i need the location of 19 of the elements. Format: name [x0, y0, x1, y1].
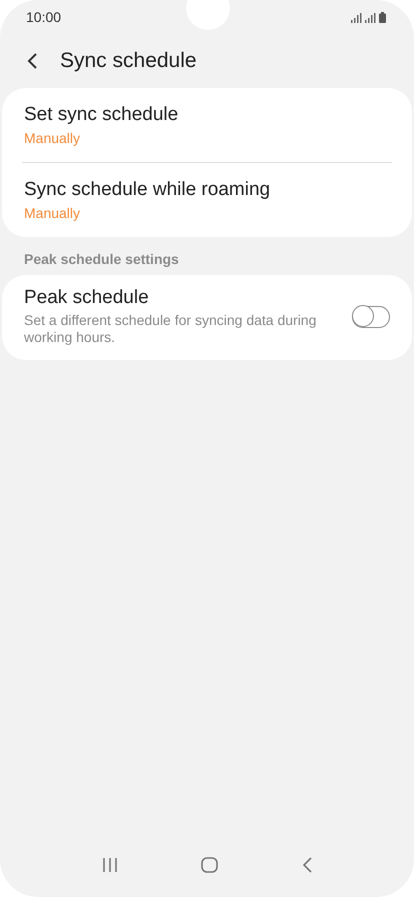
home-button[interactable] [201, 857, 218, 873]
status-time: 10:00 [26, 9, 62, 25]
home-icon [201, 857, 218, 873]
toggle-switch[interactable] [352, 306, 390, 328]
page-title: Sync schedule [60, 49, 197, 73]
battery-icon [379, 12, 386, 22]
back-icon [302, 857, 312, 873]
recent-apps-button[interactable] [102, 858, 118, 872]
setting-value: Manually [24, 130, 82, 146]
signal-icon [365, 12, 376, 22]
signal-icon [351, 12, 362, 22]
back-icon [27, 53, 37, 69]
recent-apps-icon [102, 858, 118, 872]
section-heading: Peak schedule settings [23, 250, 180, 269]
setting-value: Manually [24, 205, 82, 221]
setting-title[interactable]: Set sync schedule [24, 104, 390, 126]
setting-title[interactable]: Peak schedule [24, 287, 336, 309]
setting-description: Set a different schedule for syncing data during working hours. [24, 312, 318, 346]
setting-title[interactable]: Sync schedule while roaming [24, 179, 390, 201]
